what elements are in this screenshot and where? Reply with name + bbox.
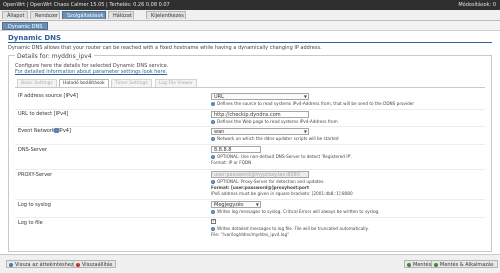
proxy-server-format: Format: [user:password@]proxyhost:port <box>211 185 309 190</box>
network-icon <box>54 128 59 133</box>
settings-tabs: Basic Settings Haladó beállítások Timer … <box>15 79 485 88</box>
row-dns-server: DNS-Server 8.8.8.8 i OPTIONAL: Use non-de… <box>15 145 485 170</box>
save-icon <box>407 262 411 267</box>
row-proxy-server: PROXY-Server user:password@myproxy.lan:8… <box>15 170 485 200</box>
url-detect-desc: i Defines the Web page to read systems IP… <box>211 119 338 124</box>
url-detect-input[interactable]: http://checkip.dyndns.com <box>211 111 309 118</box>
dns-server-input[interactable]: 8.8.8.8 <box>211 146 261 153</box>
event-network-label: Event Network [IPv4] <box>18 128 71 134</box>
chevron-down-icon: ▼ <box>303 94 307 99</box>
menu-status[interactable]: Állapot <box>2 11 28 19</box>
tab-dynamic-dns[interactable]: Dynamic DNS <box>2 22 49 30</box>
log-file-desc: i Writes detailed messages to log file. F… <box>211 226 369 231</box>
apply-icon <box>434 262 438 267</box>
proxy-server-label: PROXY-Server <box>18 172 53 178</box>
dns-server-format: Format: IP or FQDN <box>211 160 252 165</box>
dns-server-label: DNS-Server <box>18 147 47 153</box>
proxy-server-input[interactable]: user:password@myproxy.lan:8080 <box>211 171 309 178</box>
help-link[interactable]: For detailed information about parameter… <box>15 69 167 75</box>
proxy-server-desc: i OPTIONAL: Proxy-Server for detection an… <box>211 179 325 184</box>
dns-server-desc: i OPTIONAL: Use non-default DNS-Server to… <box>211 154 353 159</box>
event-network-value: wan <box>214 129 225 135</box>
url-detect-label: URL to detect [IPv4] <box>18 111 69 117</box>
row-event-network: Event Network [IPv4] wan ▼ i Network on w… <box>15 127 485 145</box>
info-icon: i <box>211 120 215 124</box>
row-log-file: Log to file ✓ i Writes detailed messages … <box>15 218 485 242</box>
tab-basic-settings[interactable]: Basic Settings <box>17 79 57 87</box>
info-icon: i <box>211 210 215 214</box>
info-icon: i <box>211 180 215 184</box>
save-apply-button[interactable]: Mentés & Alkalmazás <box>431 260 498 268</box>
tab-advanced-settings[interactable]: Haladó beállítások <box>59 79 109 87</box>
event-network-select[interactable]: wan ▼ <box>211 128 309 135</box>
log-syslog-select[interactable]: Megjegyzés ▼ <box>211 201 261 208</box>
reset-button[interactable]: Visszaállítás <box>73 260 117 268</box>
row-ip-source: IP address source [IPv4] URL ▼ i Defines … <box>15 92 485 110</box>
info-icon: i <box>211 137 215 141</box>
back-to-overview-button[interactable]: Vissza az áttekintéshez <box>6 260 78 268</box>
main-menu: Állapot Rendszer Szolgáltatások Hálózat … <box>0 10 500 21</box>
router-title: OpenWrt | OpenWrt Chaos Calmer 15.05 | T… <box>3 2 170 8</box>
info-icon: i <box>211 227 215 231</box>
page-intro: Dynamic DNS allows that your router can … <box>8 45 322 51</box>
menu-network[interactable]: Hálózat <box>108 11 134 19</box>
back-arrow-icon <box>9 262 13 267</box>
log-syslog-value: Megjegyzés <box>214 202 244 208</box>
menu-system[interactable]: Rendszer <box>30 11 60 19</box>
menu-services[interactable]: Szolgáltatások <box>62 11 106 19</box>
ip-source-select[interactable]: URL ▼ <box>211 93 309 100</box>
log-syslog-label: Log to syslog <box>18 202 51 208</box>
top-bar: OpenWrt | OpenWrt Chaos Calmer 15.05 | T… <box>0 0 500 10</box>
menu-logout[interactable]: Kijelentkezés <box>146 11 186 19</box>
chevron-down-icon: ▼ <box>303 129 307 134</box>
row-url-detect: URL to detect [IPv4] http://checkip.dynd… <box>15 110 485 127</box>
ip-source-value: URL <box>214 94 224 100</box>
info-icon: i <box>211 102 215 106</box>
reset-icon <box>76 262 80 267</box>
event-network-desc: i Network on which the ddns-updater scrip… <box>211 136 339 141</box>
ip-source-desc: i Defines the source to read systems IPv4… <box>211 101 415 106</box>
sub-menu: Dynamic DNS <box>0 21 500 31</box>
details-legend: Details for: myddns_ipv4 <box>15 53 94 60</box>
row-log-syslog: Log to syslog Megjegyzés ▼ i Writes log m… <box>15 200 485 218</box>
footer-bar: Vissza az áttekintéshez Visszaállítás Me… <box>0 254 500 273</box>
title-divider <box>8 42 492 43</box>
changes-counter[interactable]: Módosítások: 0 <box>458 2 496 8</box>
log-file-checkbox[interactable]: ✓ <box>211 219 216 224</box>
info-icon: i <box>211 155 215 159</box>
details-fieldset: Details for: myddns_ipv4 Configure here … <box>8 53 492 252</box>
log-syslog-desc: i Writes log messages to syslog. Critical… <box>211 209 380 214</box>
log-file-path: File: "/var/log/ddns/myddns_ipv4.log" <box>211 232 290 237</box>
tab-log-file-viewer[interactable]: Log File Viewer <box>155 79 197 87</box>
page-title: Dynamic DNS <box>8 34 62 42</box>
chevron-down-icon: ▼ <box>255 202 259 207</box>
log-file-label: Log to file <box>18 220 43 226</box>
tab-timer-settings[interactable]: Timer Settings <box>111 79 152 87</box>
proxy-server-ipv6-note: IPv6 address must be given in square bra… <box>211 191 353 196</box>
ip-source-label: IP address source [IPv4] <box>18 93 79 99</box>
